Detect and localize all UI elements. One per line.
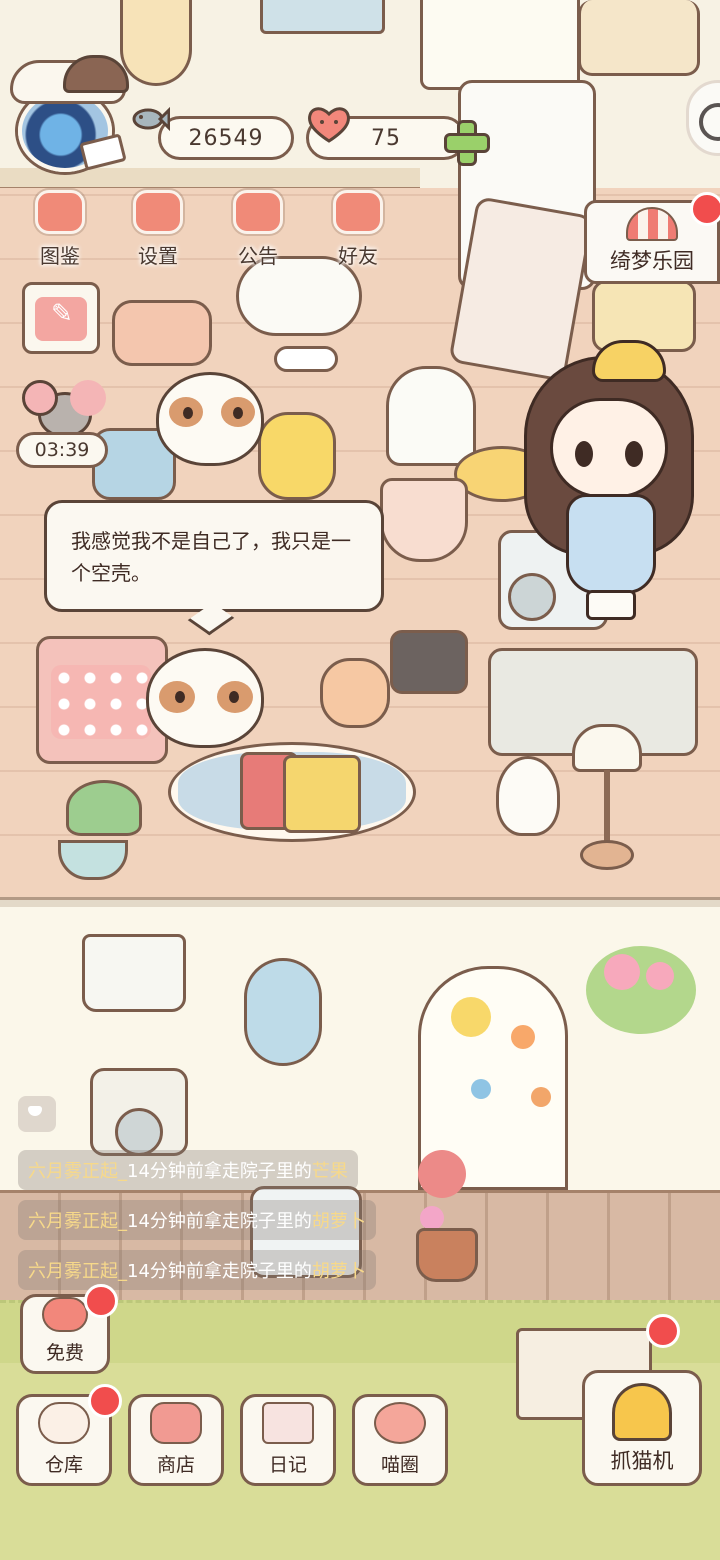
range-hood[interactable]	[82, 934, 186, 1012]
nav-cat-circle-button[interactable]: 喵圈	[352, 1394, 448, 1486]
cat-eye	[183, 407, 193, 419]
claw-machine-button[interactable]: 抓猫机	[582, 1370, 702, 1486]
cat-shelf[interactable]	[578, 0, 700, 76]
feed-action: 14分钟前拿走院子里的	[127, 1211, 312, 1232]
menu-label: 公告	[238, 244, 278, 268]
yellow-armchair[interactable]	[258, 412, 336, 500]
cat-character-top[interactable]	[156, 372, 264, 466]
flower-bush[interactable]	[586, 946, 696, 1034]
add-hearts-button[interactable]	[444, 120, 490, 166]
girl-face	[550, 398, 668, 498]
potted-plant[interactable]	[66, 780, 142, 836]
feed-user: 六月雾正起_	[28, 1261, 127, 1282]
girl-eye-right	[625, 441, 643, 467]
mirror[interactable]	[244, 958, 322, 1066]
cat-planet-icon	[374, 1402, 426, 1444]
flower-pot[interactable]	[412, 1150, 478, 1282]
menu-btn-settings[interactable]: 设置	[116, 190, 200, 270]
bread-basket[interactable]	[380, 478, 468, 562]
claw-label: 抓猫机	[610, 1449, 674, 1473]
menu-btn-collection[interactable]: 图鉴	[18, 190, 102, 270]
feed-item-name: 胡萝卜	[311, 1261, 366, 1282]
notification-dot	[84, 1284, 118, 1318]
cat-eye	[175, 691, 185, 703]
cat-book-icon	[35, 190, 85, 234]
coin-amount: 26549	[188, 125, 264, 151]
lamp-base	[580, 840, 634, 870]
event-label: 绮梦乐园	[610, 249, 694, 273]
floor-divider	[0, 897, 720, 907]
avatar-hat-icon	[10, 55, 129, 104]
cat-eye	[233, 407, 243, 419]
timer-text: 03:39	[34, 439, 90, 461]
notification-dot	[690, 192, 720, 226]
notification-dot	[646, 1314, 680, 1348]
cat-eye	[229, 691, 239, 703]
menu-label: 好友	[338, 244, 378, 268]
speech-text: 我感觉我不是自己了，我只是一个空壳。	[71, 529, 351, 585]
menu-label: 设置	[138, 244, 178, 268]
shop-icon	[150, 1402, 202, 1444]
menu-label: 图鉴	[40, 244, 80, 268]
heart-amount: 75	[371, 125, 401, 151]
girl-eye-left	[575, 441, 593, 467]
free-label: 免费	[45, 1342, 84, 1364]
floor-lamp[interactable]	[572, 724, 642, 772]
stove-fan	[115, 1108, 163, 1156]
feed-item: 六月雾正起_ 14分钟前拿走院子里的 胡萝卜	[18, 1250, 376, 1290]
feed-action: 14分钟前拿走院子里的	[127, 1161, 312, 1182]
feed-item: 六月雾正起_ 14分钟前拿走院子里的 芒果	[18, 1150, 358, 1190]
coffee-kettle[interactable]	[390, 630, 468, 694]
girl-dress	[566, 494, 656, 594]
feed-item-name: 芒果	[311, 1161, 348, 1182]
feed-item: 六月雾正起_ 14分钟前拿走院子里的 胡萝卜	[18, 1200, 376, 1240]
cat-speech-bubble[interactable]: 我感觉我不是自己了，我只是一个空壳。	[44, 500, 384, 612]
menu-btn-friends[interactable]: 好友	[316, 190, 400, 270]
heart-icon	[308, 107, 350, 143]
snack-box[interactable]	[283, 755, 361, 833]
friends-icon	[333, 190, 383, 234]
nav-diary-button[interactable]: 日记	[240, 1394, 336, 1486]
signpost[interactable]	[274, 346, 338, 372]
warehouse-icon	[38, 1402, 90, 1444]
nav-label: 日记	[268, 1454, 307, 1476]
feed-toggle-icon[interactable]	[18, 1096, 56, 1132]
broom-decoration[interactable]	[120, 0, 192, 86]
nav-label: 商店	[156, 1454, 195, 1476]
washing-machine-door	[508, 573, 556, 621]
gift-icon	[233, 190, 283, 234]
feed-user: 六月雾正起_	[28, 1211, 127, 1232]
bunny-toy[interactable]	[496, 756, 560, 836]
window-decoration	[260, 0, 385, 34]
feed-user: 六月雾正起_	[28, 1161, 127, 1182]
rice-cooker[interactable]	[320, 658, 390, 728]
nav-shop-button[interactable]: 商店	[128, 1394, 224, 1486]
nav-label: 仓库	[44, 1454, 83, 1476]
claw-icon	[612, 1383, 672, 1441]
mouse-event-icon[interactable]	[22, 380, 102, 438]
fish-coin-icon	[132, 106, 170, 132]
carnival-tent-icon	[626, 207, 678, 241]
curtain-door	[420, 0, 580, 90]
diary-icon	[262, 1402, 314, 1444]
notification-dot	[88, 1384, 122, 1418]
heart-gift-icon	[42, 1297, 88, 1332]
peach-sofa[interactable]	[112, 300, 212, 366]
gear-icon	[133, 190, 183, 234]
girl-hat	[592, 340, 666, 382]
nav-label: 喵圈	[380, 1454, 419, 1476]
coin-counter[interactable]: 26549	[158, 116, 294, 160]
lamp-pole	[604, 770, 610, 850]
astronaut-cat[interactable]	[386, 366, 476, 466]
event-timer: 03:39	[16, 432, 108, 468]
girl-legs	[586, 590, 636, 620]
cat-character-talking[interactable]	[146, 648, 264, 748]
feed-item-name: 胡萝卜	[311, 1211, 366, 1232]
feed-action: 14分钟前拿走院子里的	[127, 1261, 312, 1282]
calendar-edit-button[interactable]	[22, 282, 100, 354]
menu-btn-announcement[interactable]: 公告	[216, 190, 300, 270]
